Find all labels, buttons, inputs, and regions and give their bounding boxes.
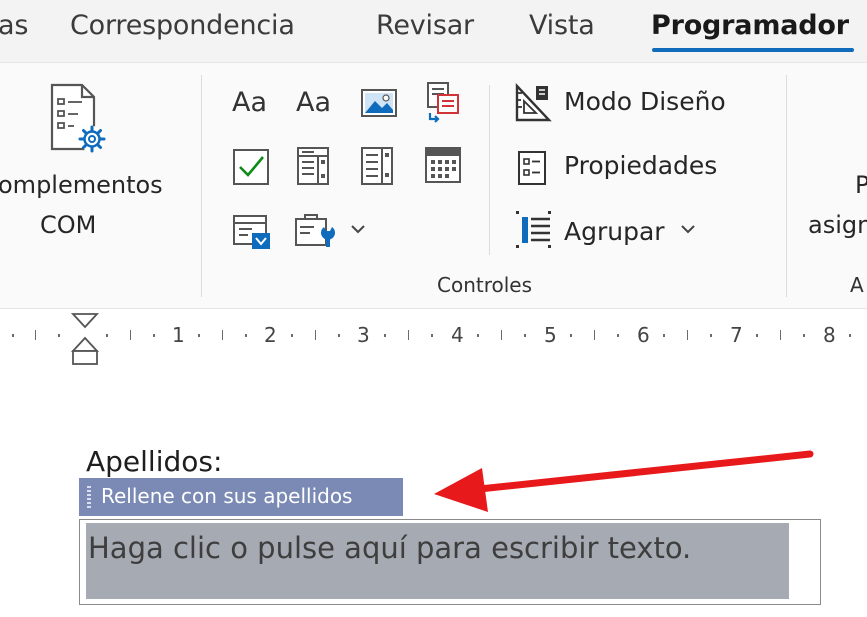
design-mode-icon bbox=[515, 83, 552, 122]
placeholder-text[interactable]: Haga clic o pulse aquí para escribir tex… bbox=[88, 531, 691, 565]
group-icon bbox=[516, 211, 551, 248]
horizontal-ruler[interactable]: 1 2 3 4 5 6 7 8 bbox=[0, 308, 867, 368]
tab-programador[interactable]: Programador bbox=[651, 10, 849, 41]
ruler-number: 1 bbox=[172, 323, 185, 347]
ribbon-tab-bar: as Correspondencia Revisar Vista Program… bbox=[0, 0, 867, 62]
partial-button-label-line1: P bbox=[855, 171, 867, 199]
placeholder-highlight[interactable]: Haga clic o pulse aquí para escribir tex… bbox=[86, 523, 789, 599]
ruler-number: 2 bbox=[264, 323, 277, 347]
field-label: Apellidos: bbox=[86, 445, 223, 478]
chevron-down-icon[interactable] bbox=[350, 223, 366, 235]
indent-marker-icon[interactable] bbox=[70, 311, 100, 367]
active-tab-indicator bbox=[652, 48, 854, 52]
gear-list-icon bbox=[50, 83, 106, 153]
group-divider bbox=[201, 75, 202, 297]
date-picker-control-icon[interactable] bbox=[424, 145, 462, 185]
content-control-box[interactable]: Haga clic o pulse aquí para escribir tex… bbox=[79, 519, 821, 605]
tab-vista[interactable]: Vista bbox=[529, 10, 595, 41]
complementos-label-line1: omplementos bbox=[0, 171, 163, 199]
group-divider bbox=[786, 75, 787, 297]
ruler-tick bbox=[12, 334, 14, 337]
partial-button-label-line2: asign bbox=[808, 211, 867, 239]
plain-text-control-button[interactable]: Aa bbox=[296, 87, 331, 118]
legacy-tools-icon[interactable] bbox=[294, 211, 338, 253]
complementos-label-line2: COM bbox=[40, 211, 97, 239]
ruler-tick bbox=[58, 334, 60, 337]
ruler-number: 8 bbox=[823, 323, 836, 347]
tab-correspondencia[interactable]: Correspondencia bbox=[70, 10, 295, 41]
tab-partial[interactable]: as bbox=[0, 10, 28, 41]
dropdown-list-control-icon[interactable] bbox=[360, 145, 394, 187]
group-inner-divider bbox=[489, 85, 490, 255]
ruler-tick bbox=[35, 330, 36, 340]
legacy-form-icon[interactable] bbox=[232, 213, 274, 253]
modo-diseno-label: Modo Diseño bbox=[564, 87, 726, 116]
checkbox-control-icon[interactable] bbox=[232, 147, 272, 187]
rich-text-control-button[interactable]: Aa bbox=[232, 87, 267, 118]
picture-control-icon[interactable] bbox=[360, 87, 400, 121]
content-control-title: Rellene con sus apellidos bbox=[101, 484, 353, 508]
controles-group-label: Controles bbox=[437, 273, 533, 297]
combo-box-control-icon[interactable] bbox=[296, 145, 330, 187]
chevron-down-icon bbox=[681, 225, 695, 234]
ribbon-panel: omplementos COM Aa Aa Modo Diseño Propie… bbox=[0, 62, 867, 309]
ruler-number: 3 bbox=[357, 323, 370, 347]
ruler-number: 6 bbox=[637, 323, 650, 347]
content-control-title-tab[interactable]: Rellene con sus apellidos bbox=[79, 478, 403, 516]
annotation-arrow-icon bbox=[434, 450, 814, 512]
ruler-number: 4 bbox=[451, 323, 464, 347]
ruler-number: 5 bbox=[544, 323, 557, 347]
agrupar-label: Agrupar bbox=[564, 217, 665, 246]
tab-revisar[interactable]: Revisar bbox=[376, 10, 474, 41]
properties-icon bbox=[518, 151, 546, 185]
partial-group-label: A bbox=[850, 273, 864, 297]
building-block-gallery-icon[interactable] bbox=[424, 81, 464, 125]
propiedades-label: Propiedades bbox=[564, 151, 718, 180]
drag-handle-icon[interactable] bbox=[87, 486, 91, 508]
ruler-number: 7 bbox=[730, 323, 743, 347]
